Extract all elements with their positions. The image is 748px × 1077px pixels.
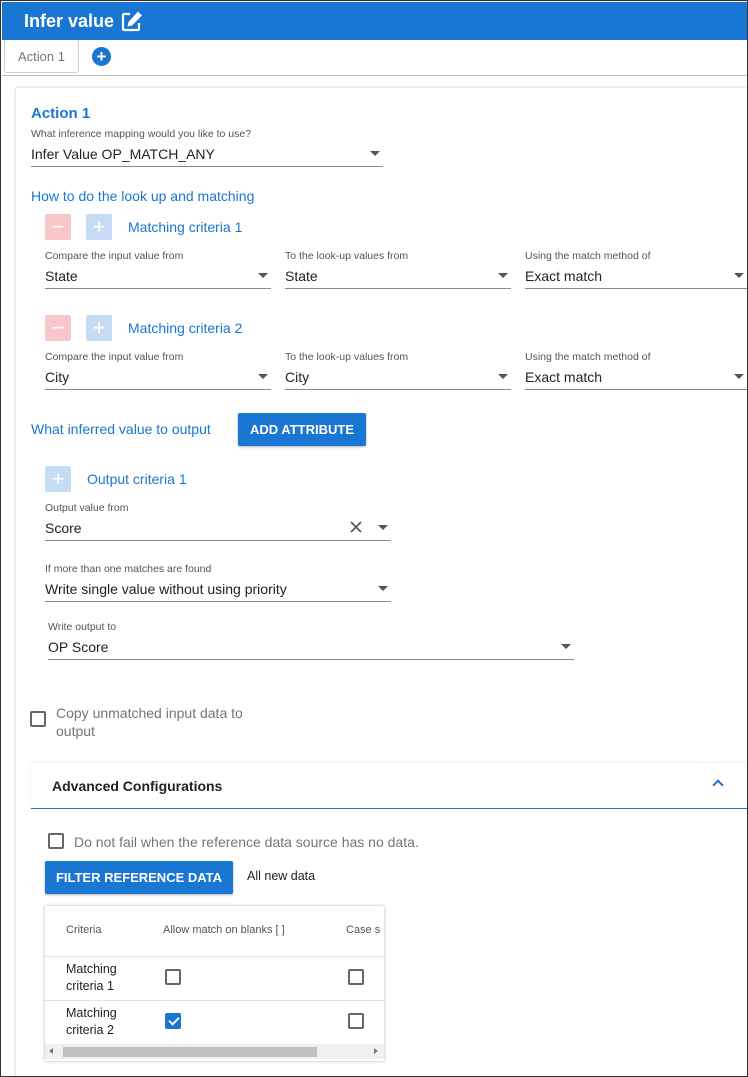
criteria-1-title: Matching criteria 1: [128, 219, 243, 235]
chevron-up-icon[interactable]: [712, 779, 724, 791]
output-value-from-select[interactable]: Score: [45, 517, 391, 541]
mapping-select-value: Infer Value OP_MATCH_ANY: [31, 146, 215, 162]
criteria-1-input-select[interactable]: State: [45, 265, 271, 289]
caret-down-icon: [378, 525, 388, 530]
output-criteria-title: Output criteria 1: [87, 471, 187, 487]
add-attribute-button[interactable]: ADD ATTRIBUTE: [238, 413, 366, 446]
criteria-options-table: Criteria Allow match on blanks [ ] Case …: [45, 906, 384, 1061]
infer-value-window: Infer value Action 1 + Action 1 What inf…: [0, 0, 748, 1077]
criteria-1-method-label: Using the match method of: [525, 250, 651, 262]
criteria-1-lookup-value: State: [285, 268, 318, 284]
column-header-allow-blanks: Allow match on blanks [ ]: [163, 924, 285, 936]
window-title: Infer value: [24, 10, 115, 31]
criteria-1-input-value: State: [45, 268, 78, 284]
clear-icon[interactable]: [349, 520, 363, 534]
criteria-1-lookup-label: To the look-up values from: [285, 250, 409, 262]
caret-down-icon: [734, 374, 744, 379]
row-1-case-sensitive-checkbox[interactable]: [348, 969, 364, 985]
write-output-label: Write output to: [48, 621, 117, 633]
row-1-allow-blanks-checkbox[interactable]: [165, 969, 181, 985]
mapping-select[interactable]: Infer Value OP_MATCH_ANY: [31, 143, 383, 167]
scrollbar-thumb[interactable]: [63, 1047, 317, 1057]
caret-down-icon: [258, 374, 268, 379]
add-criteria-2-button[interactable]: +: [86, 315, 112, 341]
column-header-case-sensitive: Case s: [346, 924, 381, 936]
row-2-allow-blanks-checkbox[interactable]: [165, 1013, 181, 1029]
write-output-value: OP Score: [48, 639, 109, 655]
add-output-criteria-button[interactable]: +: [45, 466, 71, 492]
remove-criteria-1-button[interactable]: −: [45, 214, 71, 240]
caret-down-icon: [561, 644, 571, 649]
plus-icon: +: [92, 315, 106, 340]
filter-reference-data-button[interactable]: FILTER REFERENCE DATA: [45, 861, 233, 894]
minus-icon: −: [51, 214, 65, 239]
copy-unmatched-checkbox[interactable]: [30, 711, 46, 727]
criteria-2-method-label: Using the match method of: [525, 351, 651, 363]
advanced-configurations-header[interactable]: Advanced Configurations: [31, 763, 747, 809]
criteria-1-input-label: Compare the input value from: [45, 250, 184, 262]
minus-icon: −: [51, 315, 65, 340]
action-card: Action 1 What inference mapping would yo…: [16, 88, 747, 1076]
row-1-criteria: Matching criteria 1: [66, 962, 117, 993]
action-title: Action 1: [31, 105, 91, 122]
caret-down-icon: [370, 151, 380, 156]
remove-criteria-2-button[interactable]: −: [45, 315, 71, 341]
plus-circle-icon[interactable]: +: [92, 47, 111, 66]
row-2-case-sensitive-checkbox[interactable]: [348, 1013, 364, 1029]
criteria-2-lookup-label: To the look-up values from: [285, 351, 409, 363]
criteria-2-lookup-select[interactable]: City: [285, 366, 511, 390]
criteria-2-lookup-value: City: [285, 369, 310, 385]
caret-down-icon: [498, 273, 508, 278]
multi-match-value: Write single value without using priorit…: [45, 581, 287, 597]
edit-icon[interactable]: [120, 10, 144, 32]
criteria-2-title: Matching criteria 2: [128, 320, 243, 336]
row-divider: [45, 956, 384, 957]
caret-down-icon: [378, 586, 388, 591]
criteria-1-lookup-select[interactable]: State: [285, 265, 511, 289]
no-fail-label: Do not fail when the reference data sour…: [74, 834, 419, 850]
column-header-criteria: Criteria: [66, 924, 102, 936]
lookup-heading: How to do the look up and matching: [31, 188, 255, 204]
output-value-from-value: Score: [45, 520, 82, 536]
row-divider: [45, 1000, 384, 1001]
caret-down-icon: [498, 374, 508, 379]
criteria-2-method-value: Exact match: [525, 369, 603, 385]
output-heading: What inferred value to output: [31, 421, 211, 437]
row-2-criteria: Matching criteria 2: [66, 1006, 117, 1037]
scroll-right-arrow-icon[interactable]: [374, 1048, 378, 1054]
criteria-2-method-select[interactable]: Exact match: [525, 366, 747, 390]
tab-bar: Action 1 +: [2, 40, 747, 76]
criteria-1-method-value: Exact match: [525, 268, 603, 284]
output-value-from-label: Output value from: [45, 502, 129, 514]
no-fail-checkbox[interactable]: [48, 833, 64, 849]
criteria-2-input-select[interactable]: City: [45, 366, 271, 390]
filter-status: All new data: [247, 869, 316, 883]
mapping-label: What inference mapping would you like to…: [31, 128, 252, 140]
horizontal-scrollbar[interactable]: [45, 1044, 384, 1059]
multi-match-label: If more than one matches are found: [45, 563, 212, 575]
criteria-2-input-label: Compare the input value from: [45, 351, 184, 363]
title-bar: Infer value: [2, 2, 747, 40]
caret-down-icon: [734, 273, 744, 278]
add-criteria-1-button[interactable]: +: [86, 214, 112, 240]
plus-icon: +: [51, 466, 65, 491]
tab-action-1[interactable]: Action 1: [4, 40, 79, 73]
criteria-2-input-value: City: [45, 369, 70, 385]
write-output-select[interactable]: OP Score: [48, 636, 574, 660]
copy-unmatched-label: Copy unmatched input data to output: [56, 705, 243, 739]
caret-down-icon: [258, 273, 268, 278]
criteria-1-method-select[interactable]: Exact match: [525, 265, 747, 289]
plus-icon: +: [92, 214, 106, 239]
scroll-left-arrow-icon[interactable]: [49, 1048, 53, 1054]
advanced-configurations-title: Advanced Configurations: [52, 778, 223, 794]
multi-match-select[interactable]: Write single value without using priorit…: [45, 578, 391, 602]
